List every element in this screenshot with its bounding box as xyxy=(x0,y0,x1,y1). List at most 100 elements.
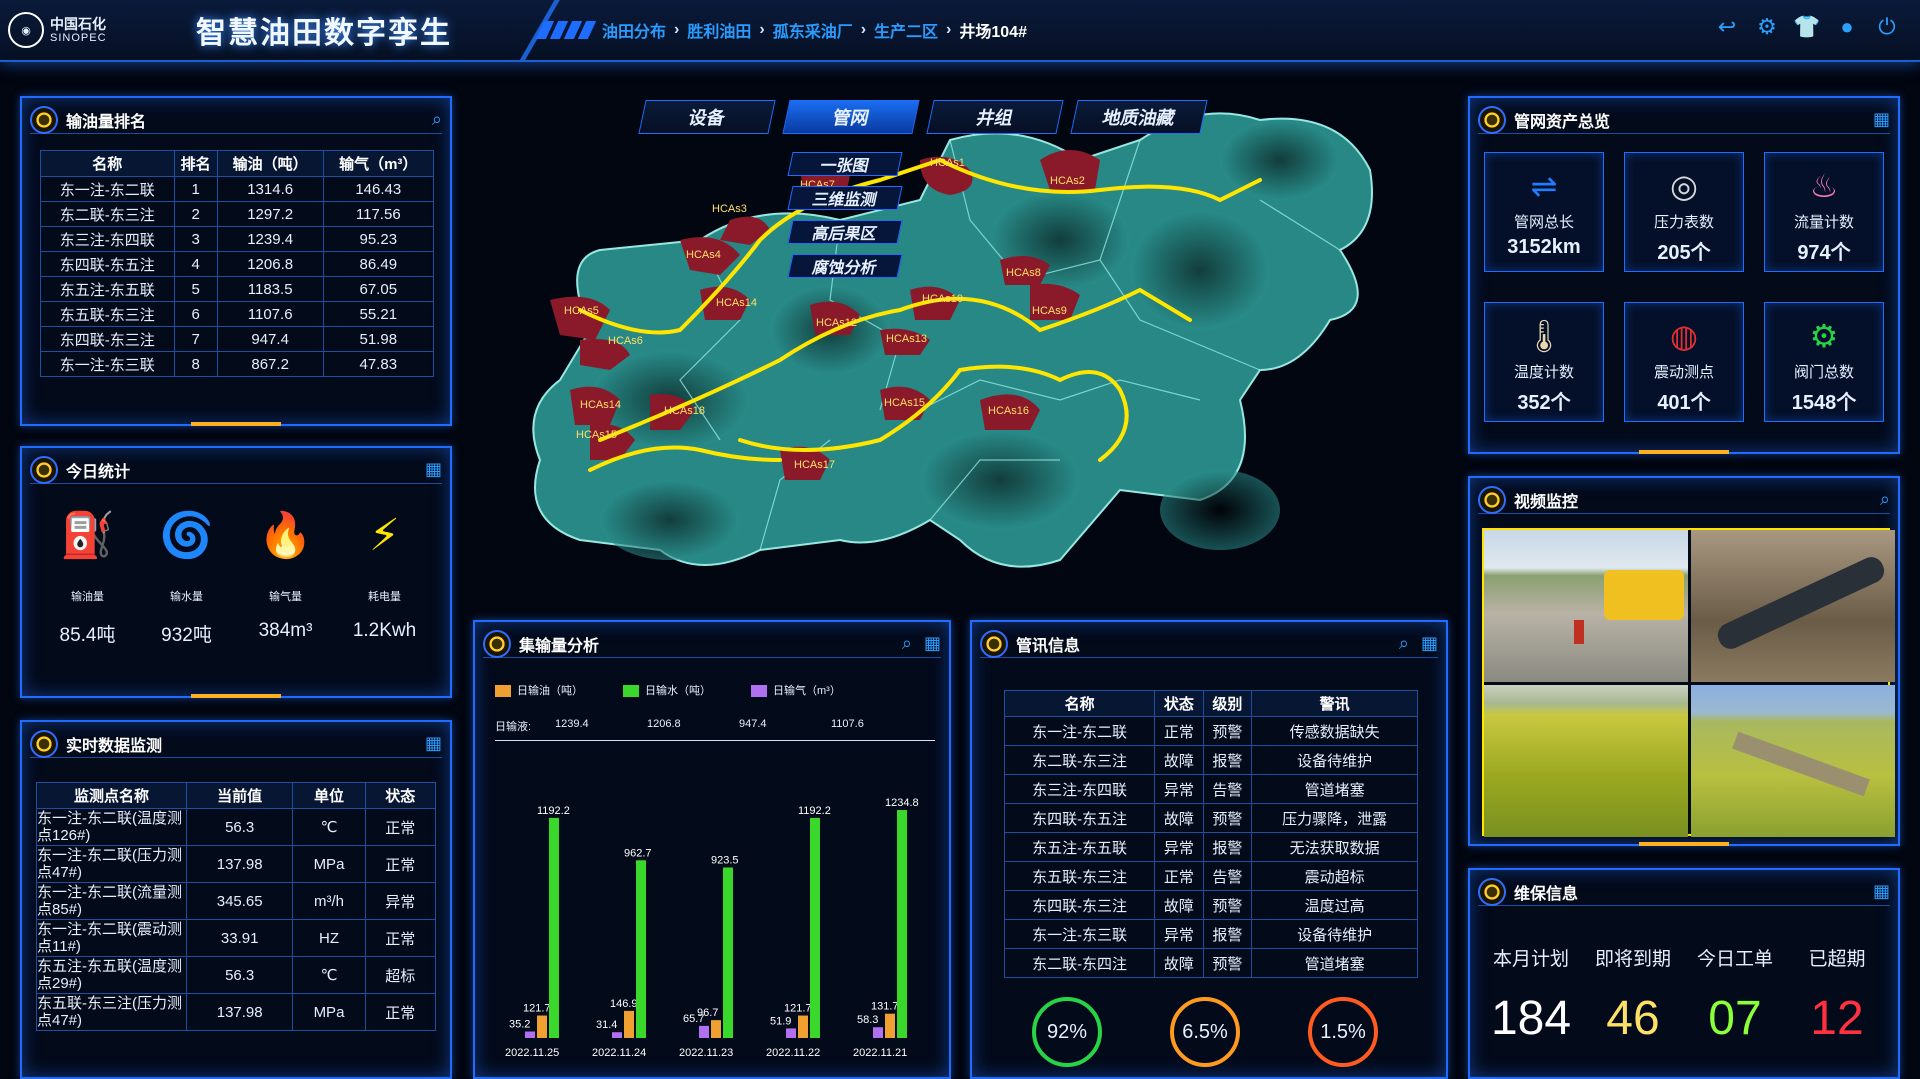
bar[interactable] xyxy=(897,810,907,1038)
column-header[interactable]: 监测点名称 xyxy=(36,782,187,809)
breadcrumb-zone2[interactable]: 生产二区 xyxy=(874,18,938,42)
table-row[interactable]: 东四联-东三注 故障 预警 温度过高 xyxy=(1004,890,1418,920)
table-row[interactable]: 东一注-东二联(温度测点126#) 56.3 ℃ 正常 xyxy=(36,808,436,846)
search-icon[interactable]: ⌕ xyxy=(1880,489,1890,510)
breadcrumb-oilfield[interactable]: 油田分布 xyxy=(602,18,666,42)
oil-rank-table-wrap[interactable]: 名称 排名 输油（吨） 输气（m³） 东一注-东二联 1 1314.6 146.43 东二联-… xyxy=(40,150,434,408)
bar[interactable] xyxy=(798,1015,808,1038)
column-header[interactable]: 输油（吨） xyxy=(216,150,324,177)
asset-card[interactable]: ◎ 压力表数 205个 xyxy=(1624,152,1744,272)
map-tab[interactable]: 地质油藏 xyxy=(1070,100,1208,134)
bar[interactable] xyxy=(537,1015,547,1038)
breadcrumb-shengli[interactable]: 胜利油田 xyxy=(687,18,751,42)
table-row[interactable]: 东二联-东四注 故障 预警 管道堵塞 xyxy=(1004,948,1418,978)
power-icon[interactable]: ⏻ xyxy=(1874,14,1900,40)
map-subtab[interactable]: 高后果区 xyxy=(787,220,903,244)
zone-label[interactable]: HCAs16 xyxy=(988,405,1029,417)
legend-item[interactable]: 日输水（吨） xyxy=(623,682,711,698)
search-icon[interactable]: ⌕ xyxy=(902,633,912,654)
table-row[interactable]: 东四联-东五注 故障 预警 压力骤降，泄露 xyxy=(1004,803,1418,833)
bar[interactable] xyxy=(810,817,820,1038)
table-row[interactable]: 东二联-东三注 故障 报警 设备待维护 xyxy=(1004,745,1418,775)
zone-label[interactable]: HCAs14 xyxy=(716,297,757,309)
user-icon[interactable]: ● xyxy=(1834,14,1860,40)
video-feed-pipeline[interactable] xyxy=(1691,530,1895,682)
column-header[interactable]: 状态 xyxy=(1154,690,1204,717)
zone-label[interactable]: HCAs17 xyxy=(794,459,835,471)
table-row[interactable]: 东一注-东二联 正常 预警 传感数据缺失 xyxy=(1004,716,1418,746)
table-row[interactable]: 东五联-东三注 6 1107.6 55.21 xyxy=(40,301,434,327)
bar[interactable] xyxy=(525,1031,535,1038)
legend-item[interactable]: 日输油（吨） xyxy=(495,682,583,698)
map-area[interactable]: HCAs1 HCAs2 HCAs3 HCAs4 HCAs5 HCAs6 HCAs7 HCAs8… xyxy=(500,80,1440,610)
zone-label[interactable]: HCAs10 xyxy=(922,293,963,305)
zone-label[interactable]: HCAs14 xyxy=(580,399,621,411)
bar[interactable] xyxy=(786,1028,796,1038)
bar[interactable] xyxy=(549,817,559,1038)
column-header[interactable]: 当前值 xyxy=(185,782,294,809)
zone-label[interactable]: HCAs6 xyxy=(608,335,643,347)
zone-label[interactable]: HCAs15 xyxy=(884,397,925,409)
bar[interactable] xyxy=(873,1027,883,1038)
table-row[interactable]: 东一注-东三联 异常 报警 设备待维护 xyxy=(1004,919,1418,949)
table-row[interactable]: 东三注-东四联 异常 告警 管道堵塞 xyxy=(1004,774,1418,804)
grid-icon[interactable]: ▦ xyxy=(924,633,941,654)
zone-label[interactable]: HCAs1 xyxy=(930,157,965,169)
zone-label[interactable]: HCAs2 xyxy=(1050,175,1085,187)
column-header[interactable]: 级别 xyxy=(1202,690,1253,717)
zone-label[interactable]: HCAs3 xyxy=(712,203,747,215)
zone-label[interactable]: HCAs4 xyxy=(686,249,721,261)
table-row[interactable]: 东一注-东二联 1 1314.6 146.43 xyxy=(40,176,434,202)
zone-label[interactable]: HCAs5 xyxy=(564,305,599,317)
asset-card[interactable]: ⇌ 管网总长 3152km xyxy=(1484,152,1604,272)
bar[interactable] xyxy=(624,1010,634,1038)
shirt-icon[interactable]: 👕 xyxy=(1793,14,1820,40)
column-header[interactable]: 单位 xyxy=(292,782,366,809)
video-feed-river[interactable] xyxy=(1691,685,1895,837)
zone-label[interactable]: HCAs8 xyxy=(1006,267,1041,279)
column-header[interactable]: 状态 xyxy=(364,782,436,809)
asset-card[interactable]: ♨ 流量计数 974个 xyxy=(1764,152,1884,272)
map-tab[interactable]: 管网 xyxy=(782,100,920,134)
table-row[interactable]: 东五注-东五联 5 1183.5 67.05 xyxy=(40,276,434,302)
table-row[interactable]: 东五注-东五联 异常 报警 无法获取数据 xyxy=(1004,832,1418,862)
column-header[interactable]: 输气（m³） xyxy=(322,150,434,177)
bar[interactable] xyxy=(723,867,733,1038)
search-icon[interactable]: ⌕ xyxy=(1399,633,1409,654)
bar[interactable] xyxy=(636,860,646,1038)
asset-card[interactable]: 🌡 温度计数 352个 xyxy=(1484,302,1604,422)
alert-table-wrap[interactable]: 名称 状态 级别 警讯 东一注-东二联 正常 预警 传感数据缺失 东二联-东三注 故障 报警 设备待… xyxy=(1004,690,1418,986)
grid-icon[interactable]: ▦ xyxy=(1873,109,1890,130)
bar[interactable] xyxy=(885,1013,895,1038)
table-row[interactable]: 东一注-东二联(压力测点47#) 137.98 MPa 正常 xyxy=(36,845,436,883)
map-subtab[interactable]: 腐蚀分析 xyxy=(787,254,903,278)
map-subtab[interactable]: 一张图 xyxy=(787,152,903,176)
grid-icon[interactable]: ▦ xyxy=(425,733,442,754)
table-row[interactable]: 东五注-东五联(温度测点29#) 56.3 ℃ 超标 xyxy=(36,956,436,994)
asset-card[interactable]: ◍ 震动测点 401个 xyxy=(1624,302,1744,422)
breadcrumb-gudong[interactable]: 孤东采油厂 xyxy=(773,18,853,42)
table-row[interactable]: 东四联-东三注 7 947.4 51.98 xyxy=(40,326,434,352)
zone-label[interactable]: HCAs13 xyxy=(886,333,927,345)
grid-icon[interactable]: ▦ xyxy=(425,459,442,480)
table-row[interactable]: 东四联-东五注 4 1206.8 86.49 xyxy=(40,251,434,277)
table-row[interactable]: 东五联-东三注(压力测点47#) 137.98 MPa 正常 xyxy=(36,993,436,1031)
realtime-table-wrap[interactable]: 监测点名称 当前值 单位 状态 东一注-东二联(温度测点126#) 56.3 ℃ 正常 东一注… xyxy=(36,782,436,1074)
zone-label[interactable]: HCAs12 xyxy=(816,317,857,329)
grid-icon[interactable]: ▦ xyxy=(1421,633,1438,654)
table-row[interactable]: 东三注-东四联 3 1239.4 95.23 xyxy=(40,226,434,252)
column-header[interactable]: 名称 xyxy=(40,150,175,177)
table-row[interactable]: 东一注-东三联 8 867.2 47.83 xyxy=(40,351,434,377)
bar[interactable] xyxy=(699,1025,709,1038)
table-row[interactable]: 东一注-东二联(流量测点85#) 345.65 m³/h 异常 xyxy=(36,882,436,920)
table-row[interactable]: 东五联-东三注 正常 告警 震动超标 xyxy=(1004,861,1418,891)
column-header[interactable]: 名称 xyxy=(1004,690,1156,717)
grid-icon[interactable]: ▦ xyxy=(1873,881,1890,902)
legend-item[interactable]: 日输气（m³） xyxy=(751,682,841,698)
search-icon[interactable]: ⌕ xyxy=(432,109,442,130)
bar[interactable] xyxy=(612,1032,622,1038)
asset-card[interactable]: ⚙ 阀门总数 1548个 xyxy=(1764,302,1884,422)
video-feed-road[interactable] xyxy=(1484,530,1688,682)
bar[interactable] xyxy=(711,1020,721,1038)
column-header[interactable]: 排名 xyxy=(173,150,218,177)
